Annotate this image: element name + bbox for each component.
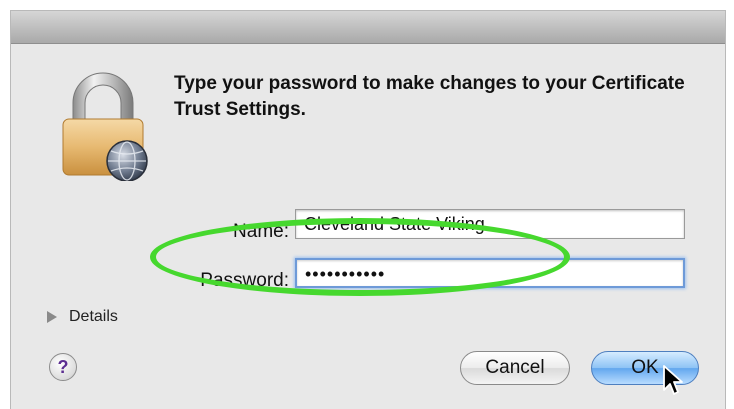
auth-dialog: Type your password to make changes to yo… bbox=[10, 10, 726, 409]
disclosure-triangle-icon[interactable] bbox=[47, 311, 57, 323]
details-label: Details bbox=[69, 308, 118, 325]
name-field[interactable]: Cleveland State Viking bbox=[295, 209, 685, 239]
help-button[interactable]: ? bbox=[49, 353, 77, 381]
dialog-prompt: Type your password to make changes to yo… bbox=[174, 73, 685, 120]
password-field[interactable]: ••••••••••• bbox=[295, 258, 685, 288]
details-disclosure[interactable]: Details bbox=[47, 308, 118, 326]
password-label: Password: bbox=[200, 270, 289, 291]
lock-globe-icon bbox=[62, 72, 148, 181]
dialog-titlebar[interactable] bbox=[11, 11, 725, 44]
mouse-pointer-icon bbox=[663, 365, 683, 395]
name-label: Name: bbox=[233, 221, 289, 242]
cancel-button[interactable]: Cancel bbox=[460, 351, 570, 385]
